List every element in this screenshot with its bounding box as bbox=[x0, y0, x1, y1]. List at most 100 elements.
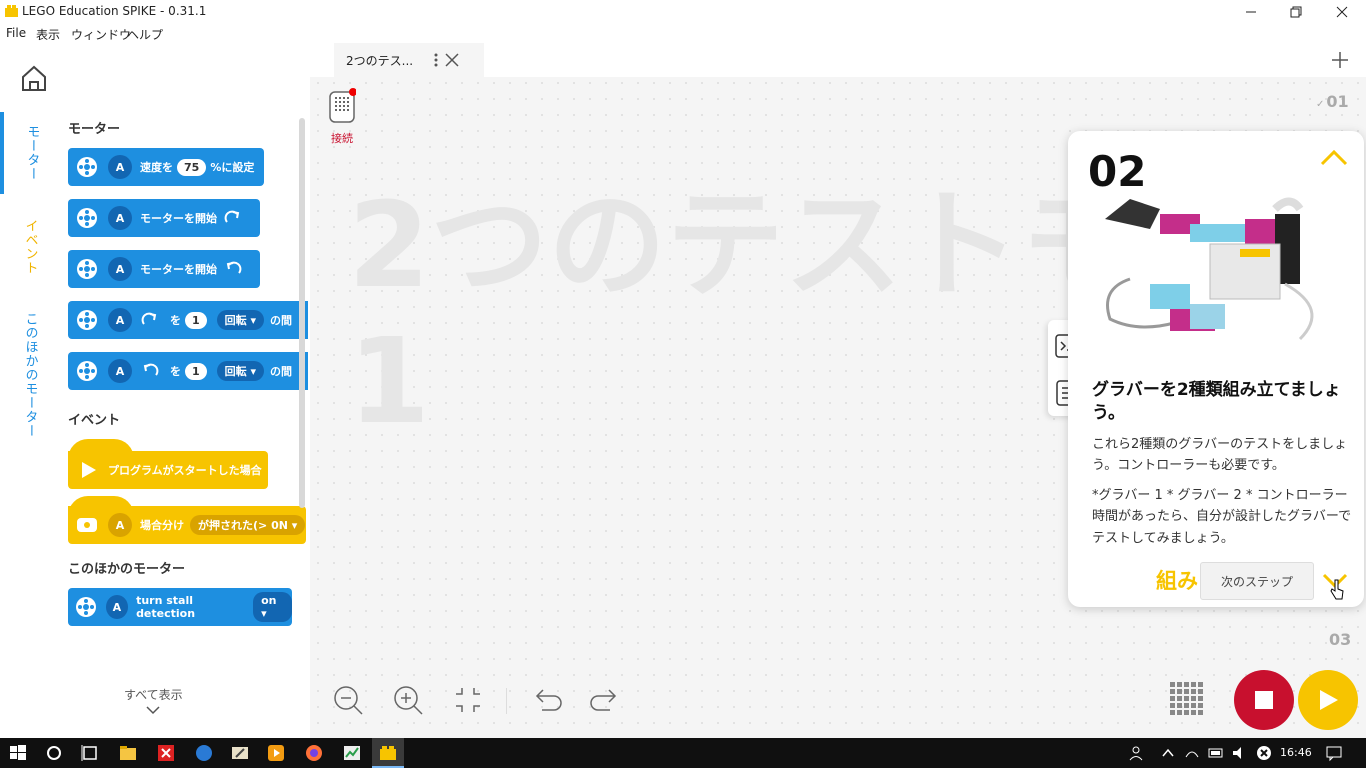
tab-events[interactable]: イベント bbox=[0, 206, 60, 288]
block-run-motor-cw[interactable]: A を 1 回転 ▾ の間 bbox=[68, 301, 308, 339]
hub-matrix-icon[interactable] bbox=[1168, 680, 1204, 716]
tab-more-motors-label: このほかのモーター bbox=[22, 312, 38, 438]
block-text: 場合分け bbox=[140, 519, 184, 532]
volume-icon[interactable] bbox=[1230, 743, 1250, 763]
block-start-motor-ccw[interactable]: A モーターを開始 bbox=[68, 250, 260, 288]
minimize-button[interactable] bbox=[1228, 0, 1274, 23]
block-start-motor-cw[interactable]: A モーターを開始 bbox=[68, 199, 260, 237]
block-set-speed[interactable]: A 速度を 75 %に設定 bbox=[68, 148, 264, 186]
condition-dropdown-label: が押された(> 0N bbox=[198, 519, 288, 532]
project-title-watermark: 2つのテストモ 1 bbox=[348, 178, 1068, 449]
speed-value-input[interactable]: 75 bbox=[177, 158, 207, 176]
port-selector[interactable]: A bbox=[108, 155, 132, 179]
assemble-link[interactable]: 組み bbox=[1156, 565, 1198, 595]
block-text: を bbox=[170, 314, 181, 327]
menu-view[interactable]: 表示 bbox=[36, 26, 60, 43]
port-selector[interactable]: A bbox=[108, 513, 132, 537]
block-program-start[interactable]: プログラムがスタートした場合 bbox=[68, 451, 268, 489]
stop-button[interactable] bbox=[1234, 670, 1294, 730]
palette-scrollbar[interactable] bbox=[299, 118, 305, 508]
rotation-value-input[interactable]: 1 bbox=[185, 311, 207, 329]
app-icon-blue[interactable] bbox=[194, 743, 214, 763]
add-tab-icon[interactable] bbox=[1331, 51, 1349, 69]
port-selector[interactable]: A bbox=[108, 359, 132, 383]
maximize-button[interactable] bbox=[1273, 0, 1319, 23]
tab-more-motors[interactable]: このほかのモーター bbox=[0, 300, 60, 450]
action-center-icon[interactable] bbox=[1324, 743, 1344, 763]
project-title-line: 1 bbox=[348, 311, 431, 450]
more-vertical-icon[interactable] bbox=[433, 52, 439, 68]
unit-dropdown[interactable]: 回転 ▾ bbox=[216, 361, 265, 381]
stop-icon bbox=[1255, 691, 1273, 709]
app-icon-red[interactable] bbox=[156, 743, 176, 763]
motor-icon bbox=[72, 592, 100, 622]
block-palette: モーター A 速度を 75 %に設定 A モーターを開始 A モーターを開始 A… bbox=[60, 43, 310, 738]
block-text: %に設定 bbox=[210, 161, 255, 174]
motor-icon bbox=[72, 203, 102, 233]
block-text: モーターを開始 bbox=[140, 263, 217, 276]
menu-window[interactable]: ウィンドウ bbox=[71, 26, 131, 43]
taskbar-active-app[interactable] bbox=[372, 738, 404, 768]
firefox-icon[interactable] bbox=[304, 743, 324, 763]
block-run-motor-ccw[interactable]: A を 1 回転 ▾ の間 bbox=[68, 352, 308, 390]
condition-dropdown[interactable]: が押された(> 0N ▾ bbox=[190, 515, 306, 535]
close-tab-icon[interactable] bbox=[445, 53, 459, 67]
menu-file[interactable]: File bbox=[6, 26, 26, 40]
block-text: の間 bbox=[270, 314, 293, 327]
menu-help[interactable]: ヘルプ bbox=[127, 26, 163, 43]
block-text: モーターを開始 bbox=[140, 212, 217, 225]
task-view-icon[interactable] bbox=[80, 743, 100, 763]
unit-dropdown[interactable]: 回転 ▾ bbox=[216, 310, 265, 330]
project-tab-label: 2つのテス... bbox=[346, 53, 414, 68]
app-icon-chart[interactable] bbox=[342, 743, 362, 763]
block-stall-detection[interactable]: A turn stall detection on ▾ bbox=[68, 588, 293, 626]
zoom-out-icon[interactable] bbox=[332, 684, 364, 716]
fit-to-screen-icon[interactable] bbox=[452, 684, 484, 716]
motor-icon bbox=[72, 305, 102, 335]
motor-icon bbox=[72, 152, 102, 182]
hub-icon bbox=[329, 88, 357, 123]
port-selector[interactable]: A bbox=[108, 257, 132, 281]
notification-status-icon[interactable] bbox=[1254, 743, 1274, 763]
file-explorer-icon[interactable] bbox=[118, 743, 138, 763]
chevron-up-icon[interactable] bbox=[1320, 149, 1348, 167]
section-title-events: イベント bbox=[68, 413, 121, 428]
network-icon[interactable] bbox=[1182, 743, 1202, 763]
taskbar-clock[interactable]: 16:46 bbox=[1280, 746, 1312, 759]
spike-logo-icon bbox=[5, 5, 18, 17]
stall-dropdown[interactable]: on ▾ bbox=[253, 592, 293, 622]
search-icon[interactable] bbox=[44, 743, 64, 763]
mouse-cursor-icon bbox=[1330, 579, 1344, 600]
block-when-pressed[interactable]: A 場合分け が押された(> 0N ▾ bbox=[68, 506, 306, 544]
zoom-in-icon[interactable] bbox=[392, 684, 424, 716]
project-title-line: 2つのテストモ bbox=[348, 178, 1068, 314]
connect-hub-button[interactable]: 接続 bbox=[326, 88, 358, 146]
redo-icon[interactable] bbox=[590, 684, 622, 716]
close-window-button[interactable] bbox=[1319, 0, 1365, 23]
windows-start-icon[interactable] bbox=[8, 743, 28, 763]
next-step-indicator[interactable]: 03 bbox=[1329, 630, 1351, 649]
rotation-value-input[interactable]: 1 bbox=[185, 362, 207, 380]
counterclockwise-icon bbox=[143, 363, 159, 376]
tab-motors[interactable]: モーター bbox=[0, 112, 60, 194]
people-icon[interactable] bbox=[1128, 743, 1148, 763]
port-selector[interactable]: A bbox=[108, 206, 132, 230]
show-all-button[interactable]: すべて表示 bbox=[124, 686, 183, 715]
run-button[interactable] bbox=[1298, 670, 1358, 730]
battery-icon[interactable] bbox=[1206, 743, 1226, 763]
section-title-motors: モーター bbox=[68, 122, 121, 137]
force-sensor-icon bbox=[72, 510, 102, 540]
toolbar-divider bbox=[506, 688, 507, 714]
project-tab[interactable]: 2つのテス... bbox=[334, 43, 484, 77]
chevron-up-icon[interactable] bbox=[1158, 743, 1178, 763]
previous-step-number: 01 bbox=[1326, 92, 1349, 111]
media-player-icon[interactable] bbox=[266, 743, 286, 763]
port-selector[interactable]: A bbox=[108, 308, 132, 332]
show-all-label: すべて表示 bbox=[124, 688, 183, 702]
port-selector[interactable]: A bbox=[105, 595, 129, 619]
previous-step-indicator[interactable]: ✓ 01 bbox=[1316, 92, 1349, 111]
windows-taskbar: 16:46 bbox=[0, 738, 1366, 768]
undo-icon[interactable] bbox=[530, 684, 562, 716]
home-icon[interactable] bbox=[19, 63, 49, 93]
app-icon-edit[interactable] bbox=[230, 743, 250, 763]
